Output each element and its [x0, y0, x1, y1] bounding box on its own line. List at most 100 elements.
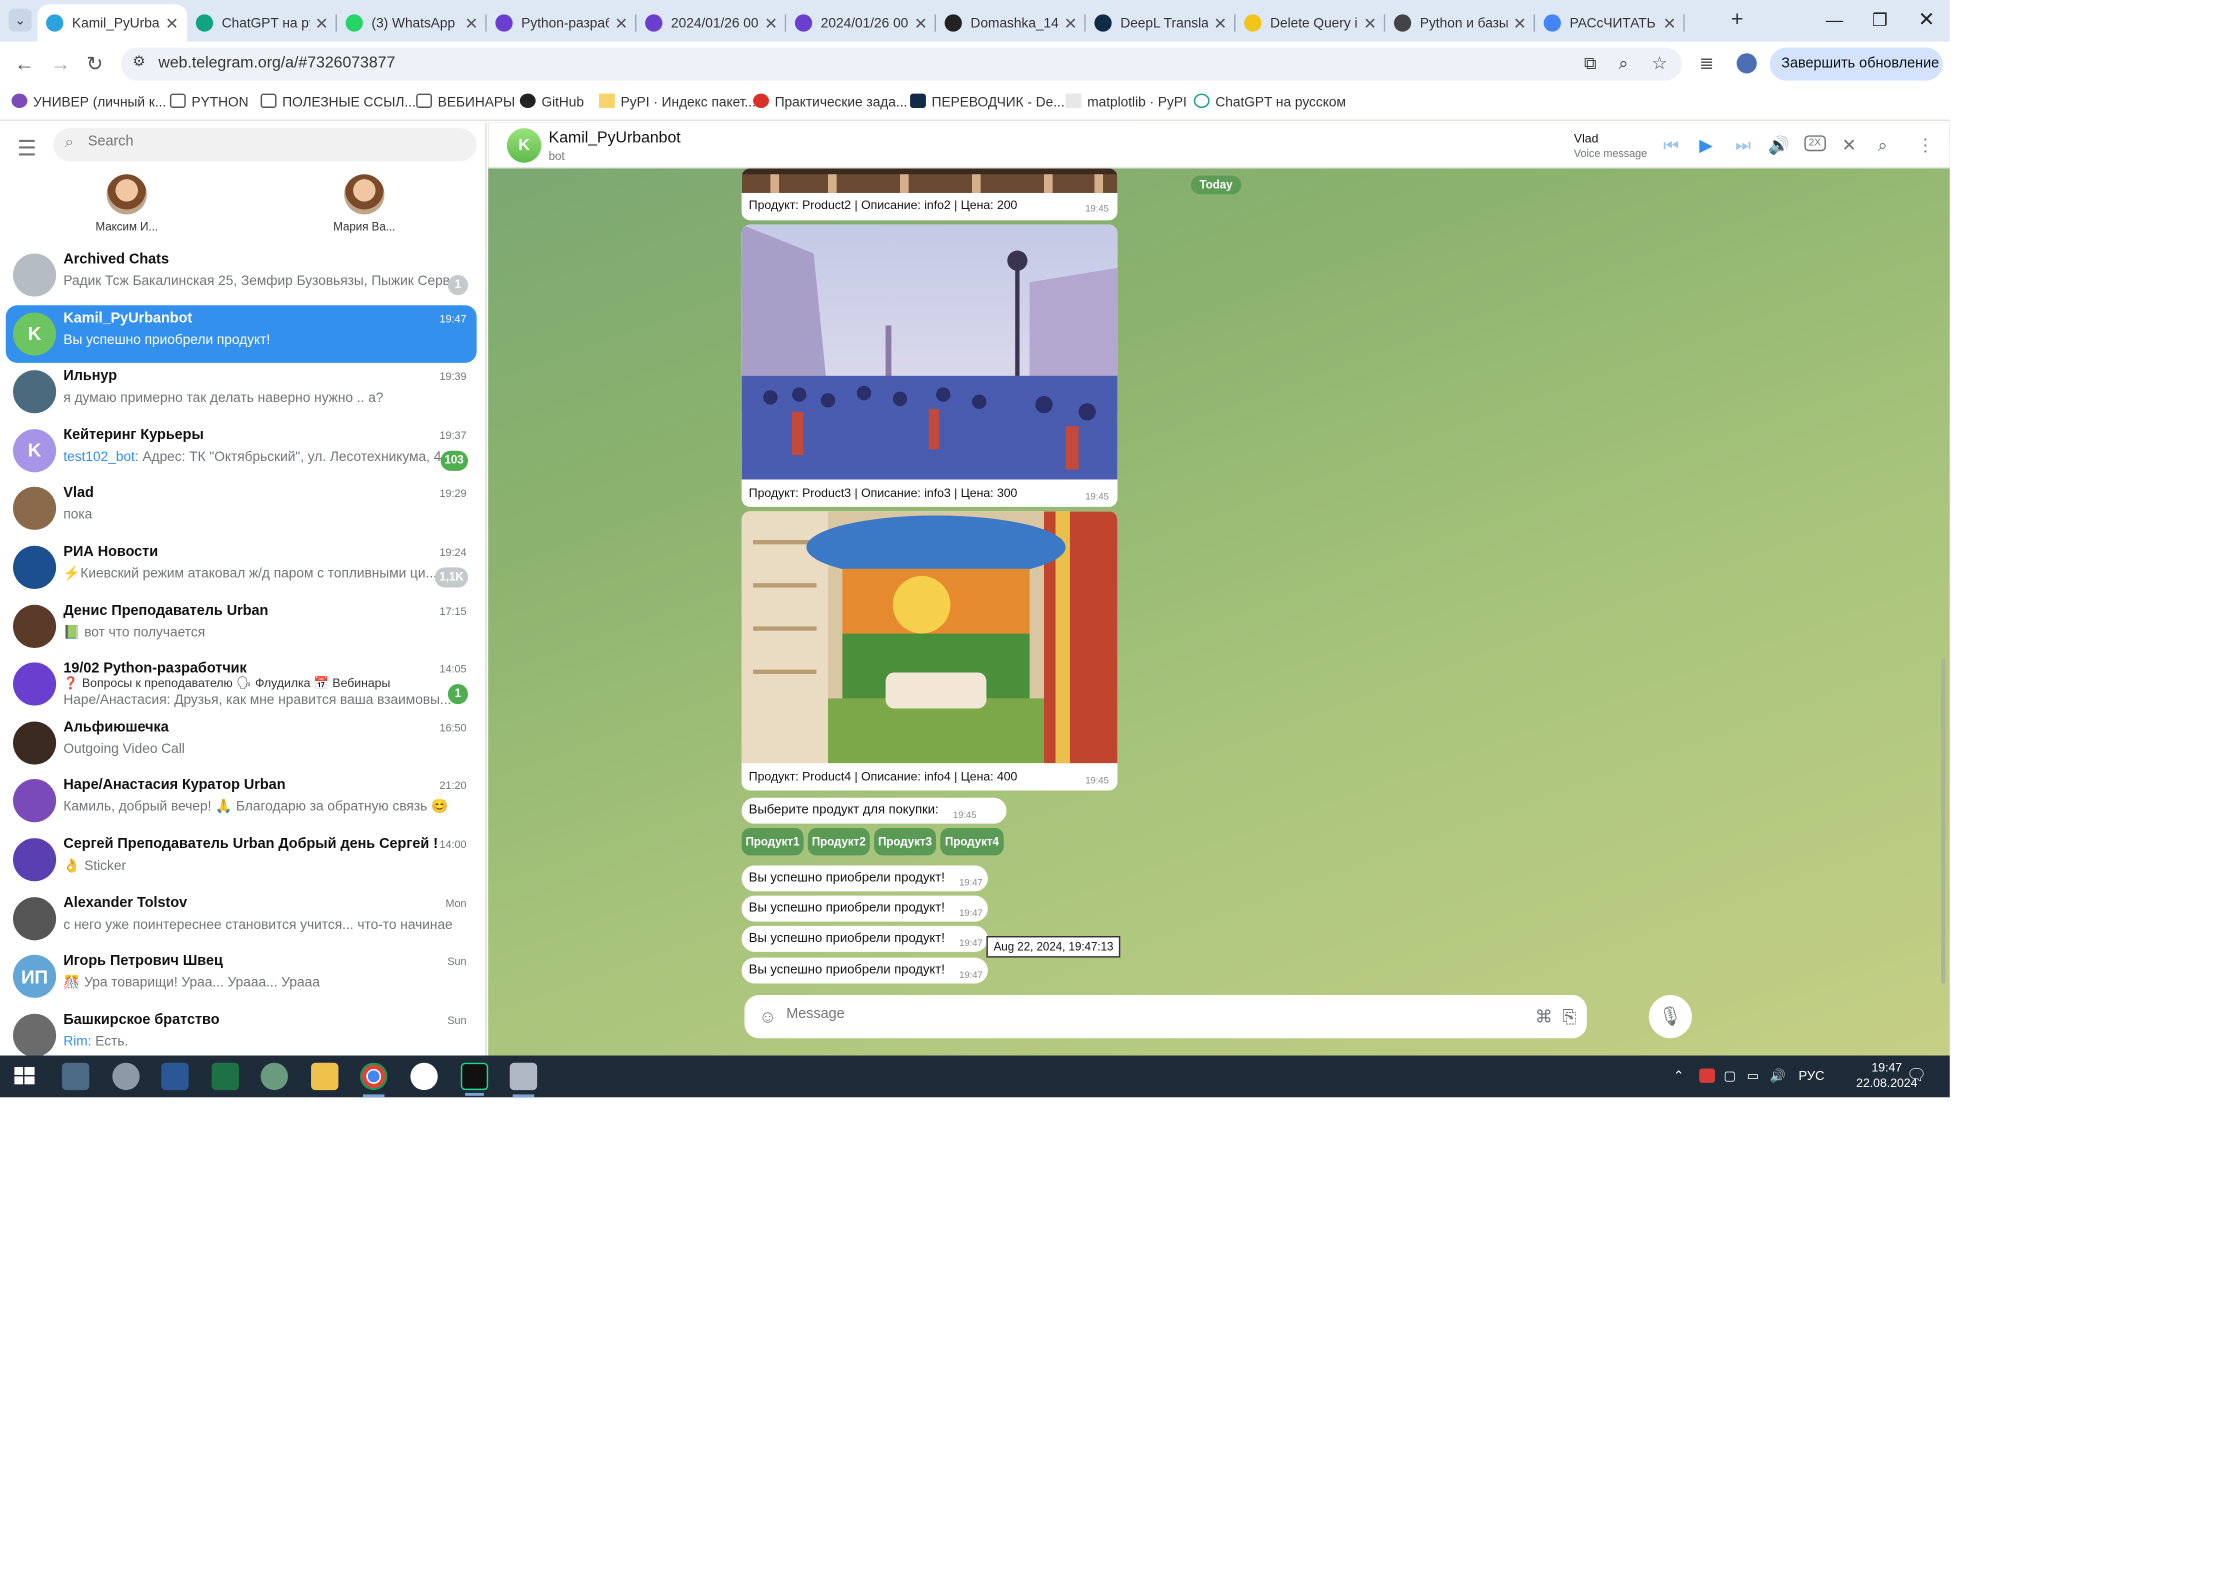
browser-tab[interactable]: 2024/01/26 00:00 ✕ [636, 4, 787, 41]
chat-item[interactable]: 19/02 Python-разработчик ❓ Вопросы к преп… [6, 655, 477, 713]
close-tab-icon[interactable]: ✕ [914, 14, 927, 32]
message-input[interactable] [786, 1006, 1507, 1023]
attach-icon[interactable]: ⎘ [1562, 1007, 1576, 1029]
bookmark-item[interactable]: matplotlib · PyPI [1065, 93, 1187, 111]
url-text[interactable]: web.telegram.org/a/#7326073877 [158, 55, 395, 72]
message-bubble[interactable]: Выберите продукт для покупки: 19:45 [741, 797, 1007, 824]
site-info-icon[interactable]: ⚙ [132, 55, 145, 71]
close-tab-icon[interactable]: ✕ [165, 14, 178, 32]
close-tab-icon[interactable]: ✕ [1214, 14, 1227, 32]
chat-item[interactable]: Сергей Преподаватель Urban Добрый день С… [6, 831, 477, 889]
keyboard-button-product2[interactable]: Продукт2 [807, 828, 870, 856]
new-tab-button[interactable]: + [1731, 8, 1744, 32]
chat-title[interactable]: Kamil_PyUrbanbot [549, 130, 681, 147]
play-icon[interactable]: ▶ [1699, 135, 1712, 155]
next-track-icon[interactable]: ⏭ [1735, 135, 1751, 155]
network-icon[interactable]: ▭ [1747, 1068, 1759, 1082]
more-menu-icon[interactable]: ⋮ [1917, 135, 1934, 155]
excel-icon[interactable] [211, 1062, 240, 1091]
chat-item[interactable]: Vlad пока 19:29 [6, 480, 477, 538]
microphone-icon[interactable]: 🎙 [1648, 995, 1693, 1039]
forward-icon[interactable]: → [50, 53, 70, 73]
pycharm-icon[interactable] [460, 1062, 489, 1096]
bookmark-folder[interactable]: PYTHON [169, 93, 249, 111]
back-icon[interactable]: ← [14, 53, 34, 73]
image-message[interactable]: Продукт: Product4 | Описание: info4 | Це… [741, 511, 1118, 791]
browser-tab[interactable]: Python-разработчик ✕ [487, 4, 637, 41]
message-bubble[interactable]: Вы успешно приобрели продукт! 19:47 [741, 895, 988, 922]
emoji-icon[interactable]: ☺ [759, 1007, 777, 1027]
close-player-icon[interactable]: ✕ [1842, 135, 1856, 155]
bookmark-star-icon[interactable]: ☆ [1652, 53, 1668, 73]
bookmark-item[interactable]: ChatGPT на русском [1193, 93, 1346, 111]
zoom-icon[interactable]: ⌕ [1619, 53, 1629, 75]
close-tab-icon[interactable]: ✕ [465, 14, 478, 32]
chat-item[interactable]: Башкирское братство Rim: Есть. Sun [6, 1006, 477, 1056]
scrollbar[interactable] [1941, 658, 1946, 984]
bookmark-folder[interactable]: ПОЛЕЗНЫЕ ССЫЛ... [260, 93, 416, 111]
browser-tab[interactable]: Delete Query in ✕ [1236, 4, 1386, 41]
calculator-icon[interactable] [61, 1062, 90, 1091]
bookmark-item[interactable]: Практические зада... [753, 93, 907, 111]
browser-tab[interactable]: 2024/01/26 00:00 ✕ [786, 4, 937, 41]
browser-tab[interactable]: Python и базы данных ✕ [1385, 4, 1536, 41]
address-bar[interactable]: ⚙ web.telegram.org/a/#7326073877 ⧉ ⌕ ☆ [120, 47, 1682, 81]
product-image[interactable] [741, 168, 1118, 193]
search-box[interactable]: ⌕ [53, 128, 477, 162]
previous-track-icon[interactable]: ⏮ [1663, 135, 1679, 155]
tab-search-button[interactable]: ⌄ [8, 8, 32, 32]
message-bubble[interactable]: Вы успешно приобрели продукт! 19:47 [741, 925, 988, 952]
keyboard-button-product1[interactable]: Продукт1 [741, 828, 804, 856]
close-window-icon[interactable]: ✕ [1918, 7, 1935, 31]
chat-avatar[interactable]: K [506, 128, 542, 163]
yandex-browser-icon[interactable] [410, 1062, 438, 1091]
file-explorer-icon[interactable] [311, 1062, 339, 1091]
chat-item[interactable]: Денис Преподаватель Urban 📗 вот что получ… [6, 597, 477, 655]
minimize-icon[interactable]: — [1826, 10, 1843, 30]
browser-tab[interactable]: Kamil_PyUrbanbot ✕ [37, 4, 188, 42]
browser-tab[interactable]: ChatGPT на русском ✕ [187, 4, 337, 41]
bookmark-item[interactable]: ПЕРЕВОДЧИК - De... [910, 93, 1065, 111]
reload-icon[interactable]: ↻ [86, 53, 103, 73]
menu-icon[interactable]: ☰ [17, 135, 36, 161]
top-contact[interactable]: Максим И... [69, 174, 184, 233]
top-contact[interactable]: Мария Ва... [307, 174, 422, 233]
product-image[interactable] [741, 224, 1118, 480]
chat-item-selected[interactable]: K Kamil_PyUrbanbot Вы успешно приобрели пр… [5, 304, 477, 363]
browser-tab[interactable]: DeepL Translate ✕ [1086, 4, 1236, 41]
chat-item[interactable]: Альфиюшечка Outgoing Video Call 16:50 [6, 714, 477, 772]
close-tab-icon[interactable]: ✕ [1363, 14, 1376, 32]
image-message[interactable]: Продукт: Product3 | Описание: info3 | Це… [741, 224, 1118, 507]
close-tab-icon[interactable]: ✕ [764, 14, 777, 32]
bot-commands-icon[interactable]: ⌘ [1535, 1007, 1552, 1027]
chat-item[interactable]: ИП Игорь Петрович Швец 🎊 Ура товарищи! Ура… [6, 948, 477, 1006]
search-input[interactable] [87, 133, 448, 150]
close-tab-icon[interactable]: ✕ [315, 14, 328, 32]
tray-expand-icon[interactable]: ⌃ [1673, 1068, 1684, 1082]
product-image[interactable] [741, 511, 1118, 764]
playback-rate-button[interactable]: 2X [1804, 135, 1826, 152]
media-controls-icon[interactable]: ≣ [1699, 53, 1713, 73]
bookmark-folder[interactable]: ВЕБИНАРЫ [416, 93, 515, 111]
restore-icon[interactable]: ❐ [1872, 10, 1888, 30]
search-icon[interactable]: ⌕ [1878, 135, 1888, 155]
volume-icon[interactable]: 🔊 [1768, 135, 1790, 155]
chat-item[interactable]: Наре/Анастасия Куратор Urban Камиль, добр… [6, 772, 477, 830]
message-bubble[interactable]: Вы успешно приобрели продукт! 19:47 [741, 865, 988, 892]
bookmark-item[interactable]: PyPI · Индекс пакет... [599, 93, 756, 111]
notifications-icon[interactable]: 🗨 [1907, 1068, 1927, 1084]
profile-avatar[interactable] [1736, 53, 1757, 74]
keyboard-button-product4[interactable]: Продукт4 [940, 828, 1004, 856]
close-tab-icon[interactable]: ✕ [1513, 14, 1526, 32]
antivirus-icon[interactable] [1699, 1068, 1716, 1083]
word-icon[interactable] [161, 1062, 189, 1091]
chat-item[interactable]: Alexander Tolstov с него уже поинтереснее… [6, 889, 477, 947]
database-tool-icon[interactable] [509, 1062, 538, 1098]
close-tab-icon[interactable]: ✕ [615, 14, 628, 32]
finish-update-button[interactable]: Завершить обновление ⋮ [1769, 47, 1943, 105]
bookmark-item[interactable]: GitHub [519, 93, 584, 111]
bookmark-item[interactable]: УНИВЕР (личный к... [11, 93, 166, 111]
message-composer[interactable]: ☺ ⌘ ⎘ [744, 995, 1587, 1039]
volume-icon[interactable]: 🔊 [1770, 1068, 1786, 1082]
start-icon[interactable] [12, 1063, 38, 1090]
